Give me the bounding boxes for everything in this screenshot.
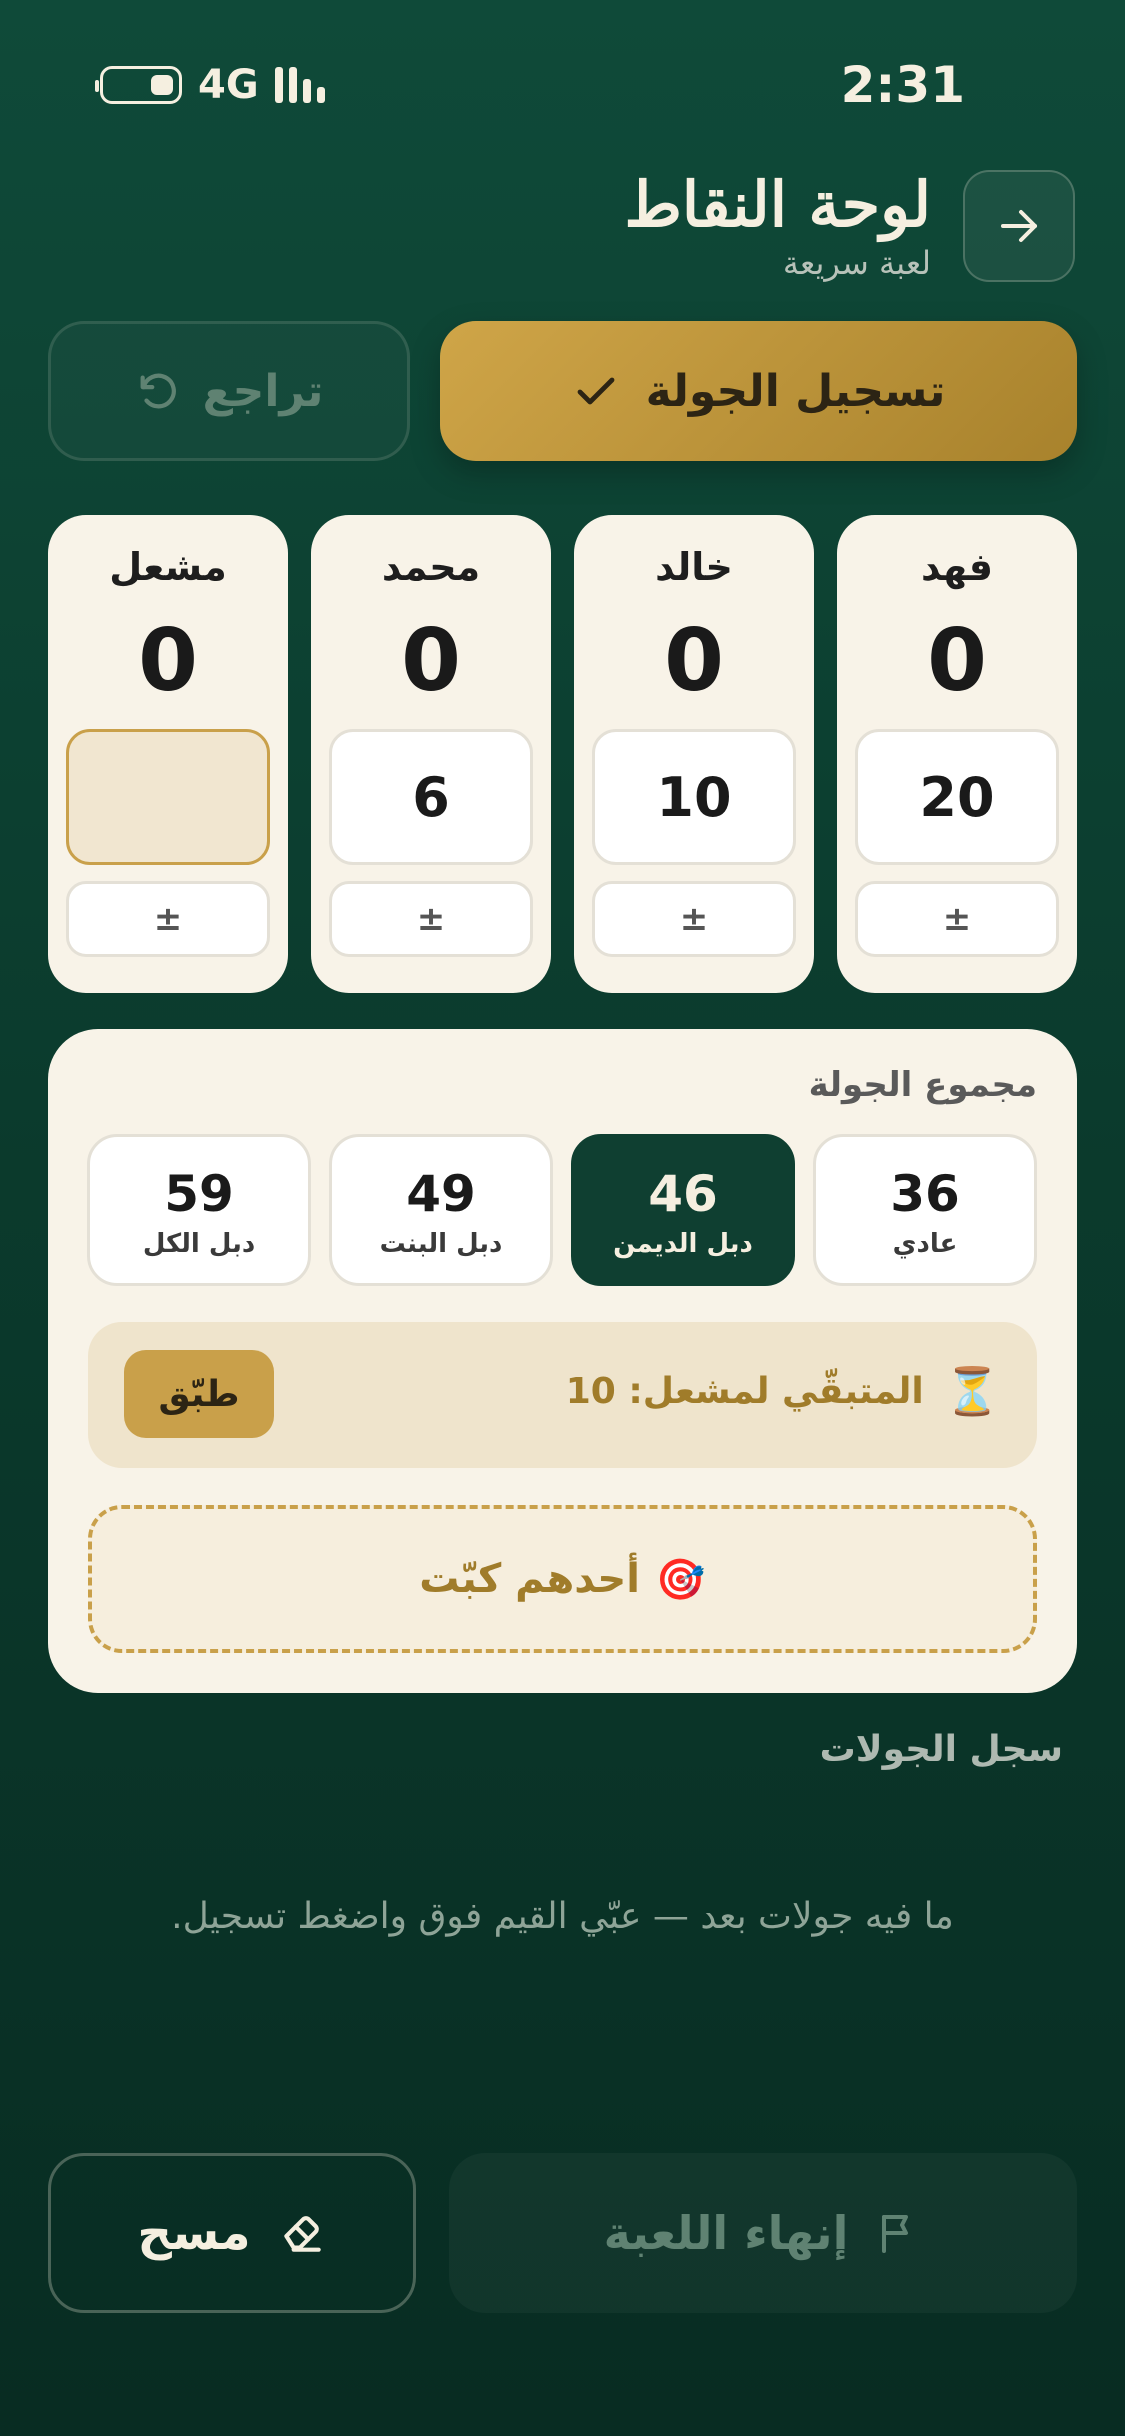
option-label: دبل البنت	[379, 1229, 503, 1259]
record-round-label: تسجيل الجولة	[645, 365, 946, 417]
undo-label: تراجع	[202, 365, 324, 417]
flag-icon	[882, 2215, 909, 2253]
player-score: 0	[138, 611, 198, 711]
player-score: 0	[401, 611, 461, 711]
option-label: دبل الديمن	[613, 1229, 753, 1259]
total-option-double-queen[interactable]: 49 دبل البنت	[329, 1134, 553, 1286]
clear-button[interactable]: مسح	[48, 2153, 416, 2313]
header: لوحة النقاط لعبة سريعة	[50, 168, 1075, 288]
someone-knocked-label: أحدهم كبّت	[419, 1556, 640, 1602]
back-button[interactable]	[963, 170, 1075, 282]
target-icon: 🎯	[655, 1556, 706, 1603]
player-score: 0	[664, 611, 724, 711]
hourglass-icon: ⏳	[943, 1364, 1001, 1418]
player-cards: فهد 0 20 ± خالد 0 10 ± محمد 0 6 ± مشعل 0…	[48, 515, 1077, 993]
remaining-info: ⏳ المتبقّي لمشعل: 10	[566, 1364, 1001, 1419]
status-left: 4G	[95, 62, 325, 108]
signal-icon	[274, 67, 325, 103]
record-round-button[interactable]: تسجيل الجولة	[440, 321, 1077, 461]
player-name: مشعل	[109, 545, 227, 589]
clear-label: مسح	[137, 2205, 251, 2261]
sign-toggle-button[interactable]: ±	[66, 881, 270, 957]
sign-toggle-button[interactable]: ±	[592, 881, 796, 957]
sign-toggle-button[interactable]: ±	[855, 881, 1059, 957]
history-empty-message: ما فيه جولات بعد — عبّي القيم فوق واضغط …	[171, 1896, 954, 1937]
option-value: 49	[406, 1165, 476, 1223]
page-subtitle: لعبة سريعة	[782, 244, 931, 282]
page-title: لوحة النقاط	[624, 168, 932, 241]
option-value: 36	[890, 1165, 960, 1223]
player-card-mohammed: محمد 0 6 ±	[311, 515, 551, 993]
player-name: خالد	[655, 545, 733, 589]
someone-knocked-button[interactable]: 🎯 أحدهم كبّت	[88, 1505, 1037, 1653]
total-option-double-all[interactable]: 59 دبل الكل	[87, 1134, 311, 1286]
end-game-label: إنهاء اللعبة	[603, 2206, 849, 2260]
round-total-card: مجموع الجولة 36 عادي 46 دبل الديمن 49 دب…	[48, 1029, 1077, 1693]
option-label: عادي	[892, 1229, 958, 1259]
undo-button[interactable]: تراجع	[48, 321, 410, 461]
remaining-text: المتبقّي لمشعل: 10	[565, 1371, 924, 1412]
arrow-right-icon	[1001, 210, 1037, 242]
round-input[interactable]: 10	[592, 729, 796, 865]
round-input[interactable]: 6	[329, 729, 533, 865]
check-icon	[577, 377, 615, 405]
round-total-title: مجموع الجولة	[808, 1065, 1037, 1105]
battery-icon	[95, 66, 182, 104]
history-title: سجل الجولات	[819, 1729, 1063, 1770]
network-label: 4G	[198, 62, 259, 108]
round-input-active[interactable]	[66, 729, 270, 865]
remaining-banner: ⏳ المتبقّي لمشعل: 10 طبّق	[88, 1322, 1037, 1468]
player-card-fahd: فهد 0 20 ±	[837, 515, 1077, 993]
status-time: 2:31	[840, 56, 965, 114]
player-card-khaled: خالد 0 10 ±	[574, 515, 814, 993]
player-name: فهد	[921, 545, 993, 589]
option-value: 46	[648, 1165, 718, 1223]
status-bar: 4G 2:31	[95, 52, 965, 114]
player-card-mishal: مشعل 0 ±	[48, 515, 288, 993]
apply-button[interactable]: طبّق	[124, 1350, 274, 1438]
eraser-icon	[283, 2216, 321, 2252]
total-option-normal[interactable]: 36 عادي	[813, 1134, 1037, 1286]
action-bar: تسجيل الجولة تراجع	[48, 321, 1077, 461]
bottom-bar: إنهاء اللعبة مسح	[48, 2153, 1077, 2313]
option-value: 59	[164, 1165, 234, 1223]
player-name: محمد	[381, 545, 481, 589]
sign-toggle-button[interactable]: ±	[329, 881, 533, 957]
end-game-button[interactable]: إنهاء اللعبة	[449, 2153, 1077, 2313]
total-option-double-diamond[interactable]: 46 دبل الديمن	[571, 1134, 795, 1286]
option-label: دبل الكل	[142, 1229, 256, 1259]
undo-icon	[140, 373, 176, 409]
round-input[interactable]: 20	[855, 729, 1059, 865]
player-score: 0	[927, 611, 987, 711]
